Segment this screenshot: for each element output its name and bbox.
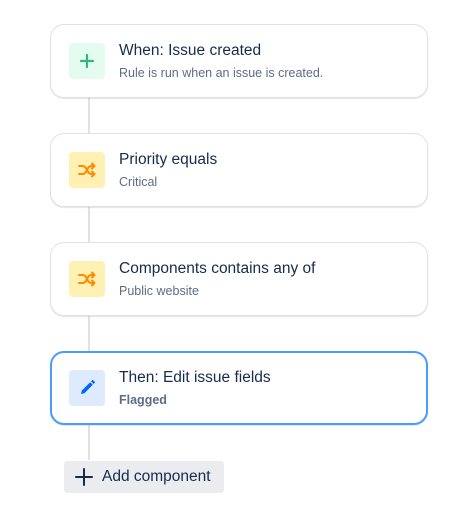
rule-step-action-edit-fields[interactable]: Then: Edit issue fields Flagged: [50, 351, 428, 425]
step-subtitle: Rule is run when an issue is created.: [119, 66, 324, 80]
step-subtitle: Flagged: [119, 393, 167, 407]
step-title: Components contains any of: [119, 260, 316, 277]
step-title: Priority equals: [119, 151, 218, 168]
pencil-icon: [69, 370, 105, 406]
step-title: Then: Edit issue fields: [119, 369, 271, 386]
step-title: When: Issue created: [119, 42, 262, 59]
rule-step-condition-components[interactable]: Components contains any of Public websit…: [50, 242, 428, 316]
rule-step-trigger[interactable]: When: Issue created Rule is run when an …: [50, 24, 428, 98]
plus-icon: [69, 43, 105, 79]
add-component-button[interactable]: Add component: [64, 461, 224, 493]
rule-step-condition-priority[interactable]: Priority equals Critical: [50, 133, 428, 207]
shuffle-icon: [69, 261, 105, 297]
plus-icon: [74, 467, 94, 487]
add-component-label: Add component: [102, 468, 211, 485]
shuffle-icon: [69, 152, 105, 188]
step-subtitle: Critical: [119, 175, 158, 189]
step-subtitle: Public website: [119, 284, 199, 298]
